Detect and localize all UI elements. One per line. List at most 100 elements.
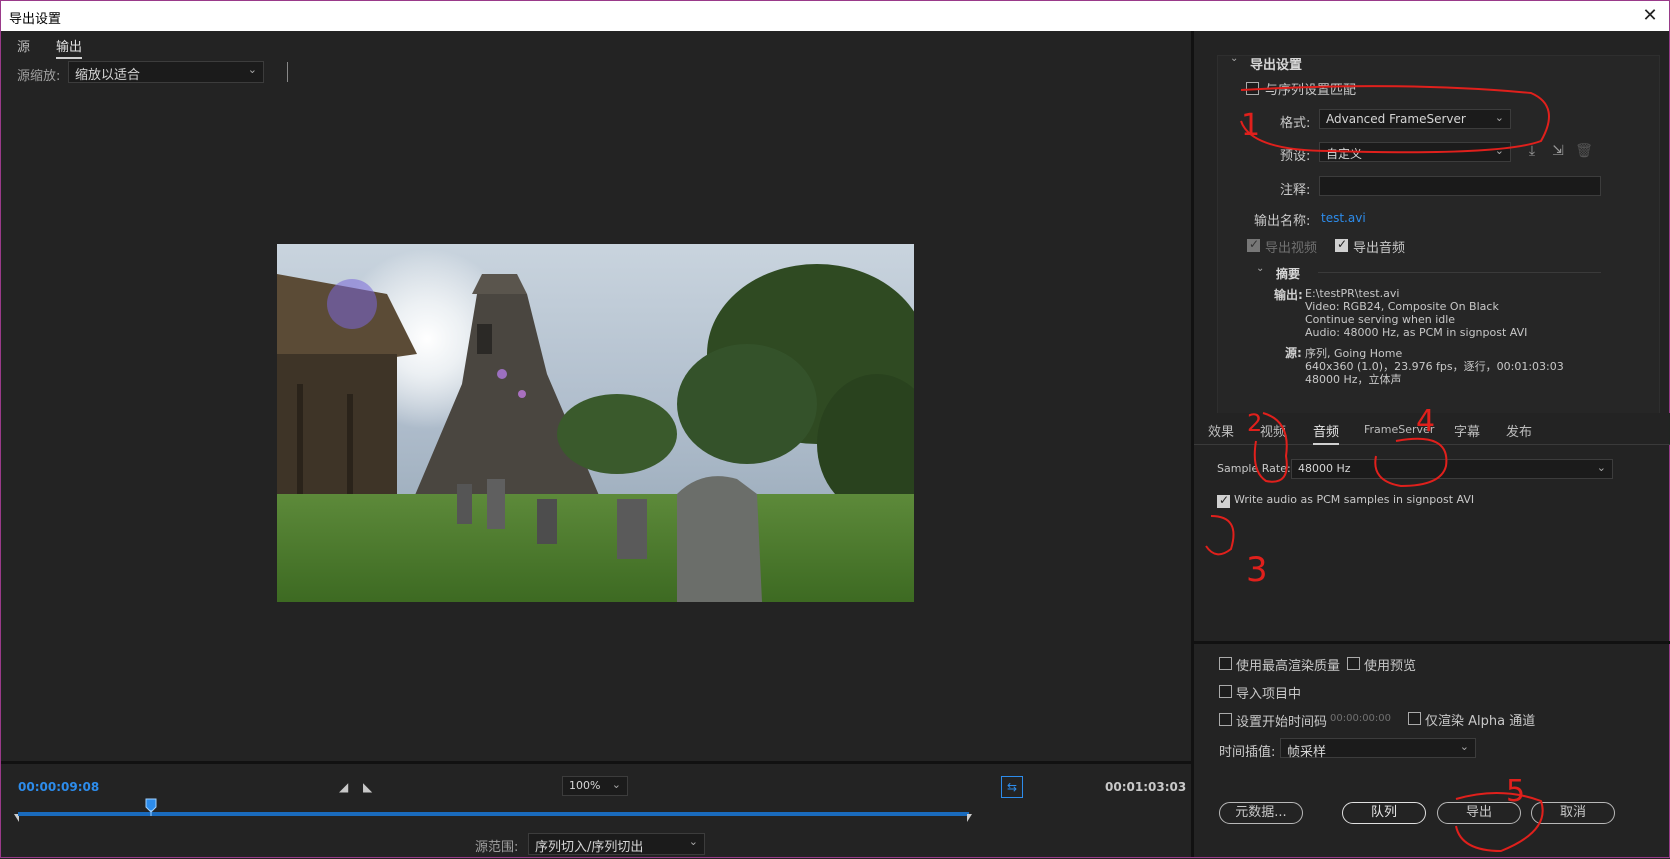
format-value: Advanced FrameServer — [1326, 112, 1466, 126]
queue-button[interactable]: 队列 — [1342, 802, 1426, 824]
format-dropdown[interactable]: Advanced FrameServer ⌄ — [1319, 109, 1511, 129]
title-bar: 导出设置 ✕ — [1, 1, 1669, 31]
source-scale-label: 源缩放: — [17, 69, 61, 84]
tab-effects[interactable]: 效果 — [1208, 421, 1234, 440]
export-audio-checkbox[interactable] — [1335, 237, 1348, 252]
chevron-down-icon: ⌄ — [1596, 461, 1606, 474]
chevron-down-icon: ⌄ — [611, 778, 621, 791]
preview-panel: 源 输出 源缩放: 缩放以适合 ⌄ 00:00:09:08 ◢ ◣ 100% ⌄… — [1, 31, 1191, 857]
summary-output-line: Audio: 48000 Hz, as PCM in signpost AVI — [1305, 326, 1528, 339]
export-video-label: 导出视频 — [1265, 241, 1318, 256]
chevron-down-icon: ⌄ — [247, 63, 257, 76]
zoom-dropdown[interactable]: 100% ⌄ — [562, 776, 628, 796]
import-project-checkbox[interactable] — [1219, 685, 1232, 698]
collapse-icon[interactable]: ⌄ — [1230, 53, 1238, 64]
source-scale-row: 源缩放: 缩放以适合 ⌄ — [1, 61, 1191, 85]
start-tc-value: 00:00:00:00 — [1330, 713, 1392, 724]
current-timecode[interactable]: 00:00:09:08 — [18, 780, 99, 794]
comment-label: 注释: — [1280, 183, 1311, 198]
source-range-value: 序列切入/序列切出 — [535, 840, 644, 855]
sample-rate-value: 48000 Hz — [1298, 462, 1351, 475]
export-settings-section: ⌄ 导出设置 与序列设置匹配 格式: Advanced FrameServer … — [1217, 53, 1660, 429]
summary-output-line: E:\testPR\test.avi — [1305, 287, 1400, 300]
mark-out-icon[interactable]: ◣ — [363, 780, 372, 794]
divider — [287, 62, 288, 82]
playhead-icon[interactable] — [145, 798, 157, 816]
close-icon[interactable]: ✕ — [1639, 5, 1661, 27]
tab-publish[interactable]: 发布 — [1506, 421, 1532, 440]
use-preview-checkbox[interactable] — [1347, 657, 1360, 670]
set-start-tc-label: 设置开始时间码 — [1236, 715, 1328, 730]
max-quality-checkbox[interactable] — [1219, 657, 1232, 670]
sample-rate-dropdown[interactable]: 48000 Hz ⌄ — [1291, 459, 1613, 479]
window-title: 导出设置 — [9, 12, 62, 27]
bottom-options: 使用最高渲染质量 使用预览 导入项目中 设置开始时间码 00:00:00:00 … — [1194, 641, 1670, 857]
tab-captions[interactable]: 字幕 — [1454, 421, 1480, 440]
max-quality-label: 使用最高渲染质量 — [1236, 659, 1341, 674]
source-range-label: 源范围: — [475, 840, 519, 855]
time-interp-label: 时间插值: — [1219, 745, 1276, 760]
import-project-label: 导入项目中 — [1236, 687, 1302, 702]
export-settings-window: 导出设置 ✕ 源 输出 源缩放: 缩放以适合 ⌄ 00:00:09:08 ◢ ◣… — [0, 0, 1670, 858]
export-settings-header: 导出设置 — [1250, 58, 1303, 73]
chevron-down-icon: ⌄ — [688, 835, 698, 848]
save-preset-icon[interactable]: ⤓ — [1523, 142, 1541, 160]
write-pcm-label: Write audio as PCM samples in signpost A… — [1234, 493, 1475, 506]
set-start-tc-checkbox[interactable] — [1219, 713, 1232, 726]
summary-source-line: 48000 Hz，立体声 — [1305, 373, 1402, 386]
zoom-value: 100% — [569, 779, 601, 792]
fit-frame-icon[interactable]: ⇆ — [1001, 776, 1023, 798]
summary-output-line: Video: RGB24, Composite On Black — [1305, 300, 1499, 313]
chevron-down-icon: ⌄ — [1494, 144, 1504, 157]
timeline-track[interactable] — [18, 812, 969, 816]
match-sequence-checkbox[interactable] — [1246, 82, 1259, 95]
source-scale-dropdown[interactable]: 缩放以适合 ⌄ — [68, 61, 264, 83]
output-name-label: 输出名称: — [1254, 214, 1311, 229]
write-pcm-checkbox[interactable] — [1217, 493, 1230, 508]
audio-settings: Sample Rate: 48000 Hz ⌄ Write audio as P… — [1194, 445, 1670, 637]
total-timecode: 00:01:03:03 — [1105, 780, 1187, 794]
render-alpha-checkbox[interactable] — [1408, 712, 1421, 725]
source-range-dropdown[interactable]: 序列切入/序列切出 ⌄ — [528, 833, 705, 855]
tab-frameserver[interactable]: FrameServer — [1364, 423, 1434, 436]
format-label: 格式: — [1280, 116, 1311, 131]
sample-rate-label: Sample Rate: — [1217, 462, 1291, 475]
tab-audio[interactable]: 音频 — [1313, 421, 1340, 445]
cancel-button[interactable]: 取消 — [1531, 802, 1615, 824]
match-sequence-label: 与序列设置匹配 — [1265, 83, 1357, 98]
tab-source[interactable]: 源 — [17, 36, 30, 55]
delete-preset-icon[interactable]: 🗑 — [1575, 142, 1593, 160]
summary-source-key: 源: — [1285, 346, 1302, 360]
tab-video[interactable]: 视频 — [1260, 421, 1286, 440]
metadata-button[interactable]: 元数据... — [1219, 802, 1303, 824]
settings-tabs: 效果 视频 音频 FrameServer 字幕 发布 — [1194, 413, 1670, 445]
preview-tabs: 源 输出 — [1, 31, 1191, 59]
export-button[interactable]: 导出 — [1437, 802, 1521, 824]
summary-divider — [1318, 272, 1601, 273]
preview-image — [277, 244, 914, 602]
export-video-checkbox[interactable] — [1247, 237, 1260, 252]
use-preview-label: 使用预览 — [1364, 659, 1417, 674]
range-end-handle[interactable] — [967, 814, 977, 822]
comment-input[interactable] — [1319, 176, 1601, 196]
preset-label: 预设: — [1280, 149, 1311, 164]
timeline: 00:00:09:08 ◢ ◣ 100% ⌄ ⇆ 00:01:03:03 源范围… — [1, 761, 1191, 857]
output-name-link[interactable]: test.avi — [1321, 211, 1366, 225]
preset-dropdown[interactable]: 自定义 ⌄ — [1319, 142, 1511, 162]
summary-header: 摘要 — [1276, 267, 1301, 281]
import-preset-icon[interactable]: ⇲ — [1549, 142, 1567, 160]
video-preview — [277, 244, 914, 602]
time-interp-value: 帧采样 — [1287, 745, 1327, 760]
chevron-down-icon: ⌄ — [1459, 740, 1469, 753]
source-scale-value: 缩放以适合 — [75, 68, 141, 83]
summary-output-line: Continue serving when idle — [1305, 313, 1456, 326]
export-audio-label: 导出音频 — [1353, 241, 1406, 256]
time-interp-dropdown[interactable]: 帧采样 ⌄ — [1280, 738, 1476, 760]
summary-output-key: 输出: — [1274, 288, 1303, 302]
preset-value: 自定义 — [1326, 147, 1363, 161]
collapse-summary-icon[interactable]: ⌄ — [1256, 263, 1264, 274]
settings-panel: ⌄ 导出设置 与序列设置匹配 格式: Advanced FrameServer … — [1191, 31, 1670, 857]
mark-in-icon[interactable]: ◢ — [339, 780, 348, 794]
tab-output[interactable]: 输出 — [56, 36, 83, 59]
render-alpha-label: 仅渲染 Alpha 通道 — [1425, 714, 1536, 729]
